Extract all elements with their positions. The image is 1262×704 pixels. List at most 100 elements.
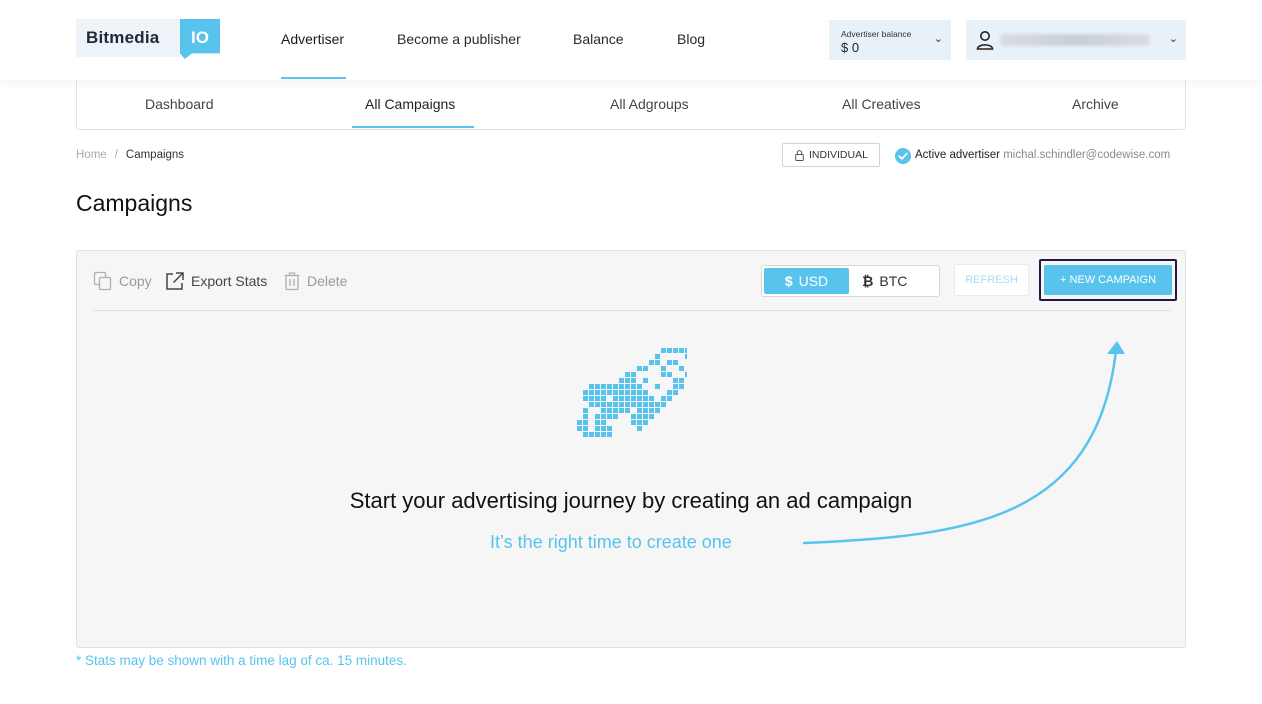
account-type-label: INDIVIDUAL: [809, 149, 868, 161]
rocket-pixel: [589, 384, 594, 389]
rocket-pixel: [679, 378, 684, 383]
rocket-pixel: [583, 390, 588, 395]
rocket-pixel: [607, 384, 612, 389]
new-campaign-highlight: + NEW CAMPAIGN: [1039, 259, 1177, 301]
rocket-pixel: [673, 360, 678, 365]
rocket-pixel: [631, 396, 636, 401]
rocket-pixel: [583, 426, 588, 431]
btc-toggle-button[interactable]: ₿ BTC: [862, 268, 932, 294]
logo-wordmark: Bitmedia: [76, 19, 180, 57]
user-menu[interactable]: ⌄: [966, 20, 1186, 60]
breadcrumb-current: Campaigns: [125, 149, 185, 161]
rocket-pixel: [607, 402, 612, 407]
nav-blog[interactable]: Blog: [677, 31, 705, 47]
balance-label: Advertiser balance: [841, 29, 912, 39]
dollar-icon: $: [784, 273, 793, 289]
tab-dashboard[interactable]: Dashboard: [145, 96, 214, 112]
rocket-pixel: [655, 402, 660, 407]
nav-advertiser[interactable]: Advertiser: [281, 31, 344, 47]
bitmedia-logo[interactable]: Bitmedia IO: [76, 19, 220, 59]
usd-toggle-button[interactable]: $ USD: [764, 268, 849, 294]
rocket-pixel: [661, 396, 666, 401]
check-circle-icon: [895, 148, 911, 164]
rocket-pixel: [607, 414, 612, 419]
tab-archive[interactable]: Archive: [1072, 96, 1119, 112]
delete-button[interactable]: Delete: [283, 271, 347, 291]
tab-all-campaigns[interactable]: All Campaigns: [365, 96, 455, 112]
refresh-button[interactable]: REFRESH: [954, 264, 1029, 296]
rocket-pixel: [649, 408, 654, 413]
nav-balance[interactable]: Balance: [573, 31, 624, 47]
rocket-pixel: [595, 426, 600, 431]
rocket-pixel: [619, 396, 624, 401]
breadcrumb-separator: /: [114, 149, 118, 161]
breadcrumb-home[interactable]: Home: [76, 149, 107, 161]
export-stats-label: Export Stats: [191, 273, 268, 289]
empty-state-subtitle: It’s the right time to create one: [490, 532, 732, 552]
rocket-pixel: [679, 384, 684, 389]
rocket-pixel: [673, 384, 678, 389]
rocket-pixel: [643, 396, 648, 401]
rocket-pixel: [583, 414, 588, 419]
advertiser-email: michal.schindler@codewise.com: [1003, 149, 1171, 161]
rocket-pixel: [625, 402, 630, 407]
usd-label: USD: [798, 273, 829, 289]
rocket-pixel: [637, 390, 642, 395]
rocket-pixel: [685, 348, 687, 353]
balance-value: $ 0: [841, 40, 860, 55]
export-stats-button[interactable]: Export Stats: [165, 271, 267, 291]
rocket-pixel: [679, 348, 684, 353]
nav-become-publisher[interactable]: Become a publisher: [397, 31, 521, 47]
rocket-pixel: [607, 408, 612, 413]
rocket-pixel: [601, 414, 606, 419]
copy-icon: [93, 271, 112, 291]
rocket-pixel: [613, 414, 618, 419]
stats-lag-note: * Stats may be shown with a time lag of …: [76, 653, 407, 668]
rocket-pixel: [667, 390, 672, 395]
top-header: Bitmedia IO Advertiser Become a publishe…: [0, 0, 1262, 80]
curved-arrow-icon: [802, 341, 1125, 545]
rocket-pixel: [583, 432, 588, 437]
rocket-pixel: [625, 378, 630, 383]
rocket-pixel: [661, 372, 666, 377]
rocket-pixel: [601, 402, 606, 407]
rocket-pixel: [649, 402, 654, 407]
rocket-pixel: [625, 408, 630, 413]
rocket-pixel: [673, 390, 678, 395]
rocket-pixel: [637, 396, 642, 401]
rocket-pixel: [643, 390, 648, 395]
copy-button[interactable]: Copy: [93, 271, 152, 291]
rocket-pixel: [655, 384, 660, 389]
rocket-pixel: [601, 408, 606, 413]
rocket-pixel: [667, 396, 672, 401]
rocket-pixel: [637, 408, 642, 413]
tab-all-creatives[interactable]: All Creatives: [842, 96, 921, 112]
rocket-pixel: [667, 348, 672, 353]
btc-label: BTC: [879, 273, 908, 289]
rocket-pixel: [631, 384, 636, 389]
account-type-badge[interactable]: INDIVIDUAL: [782, 143, 880, 167]
rocket-pixel: [577, 426, 582, 431]
copy-label: Copy: [119, 273, 152, 289]
advertiser-balance-dropdown[interactable]: Advertiser balance $ 0 ⌄: [829, 20, 951, 60]
rocket-pixel: [595, 384, 600, 389]
rocket-pixel: [637, 384, 642, 389]
rocket-pixel: [619, 402, 624, 407]
rocket-pixel: [631, 390, 636, 395]
rocket-pixel: [673, 348, 678, 353]
rocket-pixel: [667, 372, 672, 377]
currency-toggle: $ USD ₿ BTC: [761, 265, 940, 297]
rocket-pixel: [607, 426, 612, 431]
page-title: Campaigns: [76, 190, 193, 216]
rocket-pixel: [601, 390, 606, 395]
rocket-pixel: [661, 348, 666, 353]
tab-all-adgroups[interactable]: All Adgroups: [610, 96, 689, 112]
rocket-pixel: [583, 408, 588, 413]
rocket-pixel: [643, 378, 648, 383]
rocket-pixel: [637, 366, 642, 371]
rocket-pixel: [637, 420, 642, 425]
rocket-pixel: [685, 372, 687, 377]
new-campaign-button[interactable]: + NEW CAMPAIGN: [1044, 265, 1172, 295]
rocket-pixel: [631, 378, 636, 383]
rocket-pixel: [613, 408, 618, 413]
